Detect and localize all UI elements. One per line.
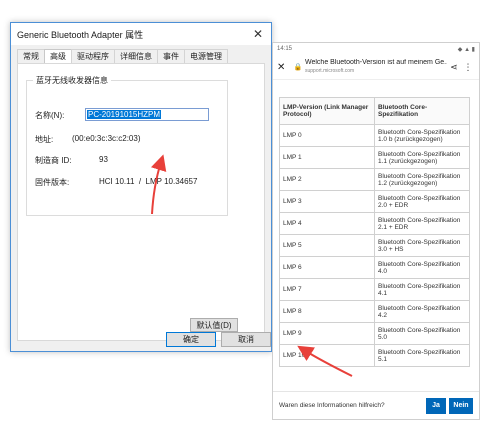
table-row: LMP 3 Bluetooth Core-Spezifikation 2.0 + … <box>279 190 470 213</box>
yes-button[interactable]: Ja <box>426 397 446 414</box>
table-header-row: LMP-Version (Link Manager Protocol) Blue… <box>279 97 470 125</box>
radio-info-group: 蓝牙无线收发器信息 名称(N): PC-20191015HZPM 地址: (00… <box>26 75 228 216</box>
table-row: LMP 8 Bluetooth Core-Spezifikation 4.2 <box>279 300 470 323</box>
table-cell: LMP 5 <box>279 234 375 257</box>
more-menu-icon[interactable]: ⋮ <box>461 62 475 73</box>
advanced-tab-panel: 蓝牙无线收发器信息 名称(N): PC-20191015HZPM 地址: (00… <box>17 63 265 341</box>
lmp-version-table: LMP-Version (Link Manager Protocol) Blue… <box>279 97 470 367</box>
table-cell: Bluetooth Core-Spezifikation 1.2 (zurück… <box>374 168 470 191</box>
tab-events[interactable]: 事件 <box>157 49 185 63</box>
tab-general[interactable]: 常规 <box>17 49 45 63</box>
address-label: 地址: <box>35 135 54 144</box>
feedback-bar: Waren diese Informationen hilfreich? Ja … <box>273 391 479 419</box>
ok-button[interactable]: 确定 <box>166 332 216 347</box>
tab-details[interactable]: 详细信息 <box>114 49 158 63</box>
table-cell: Bluetooth Core-Spezifikation 4.0 <box>374 256 470 279</box>
dialog-title: Generic Bluetooth Adapter 属性 <box>17 29 144 40</box>
firmware-value: HCI 10.11 / LMP 10.34657 <box>99 177 198 186</box>
table-row: LMP 5 Bluetooth Core-Spezifikation 3.0 + … <box>279 234 470 257</box>
tab-bar: 常规 高级 驱动程序 详细信息 事件 电源管理 <box>17 49 228 64</box>
no-button[interactable]: Nein <box>449 397 473 414</box>
table-row: LMP 1 Bluetooth Core-Spezifikation 1.1 (z… <box>279 146 470 169</box>
tab-advanced[interactable]: 高级 <box>44 49 72 64</box>
name-input-value: PC-20191015HZPM <box>87 110 162 119</box>
table-row: LMP 0 Bluetooth Core-Spezifikation 1.0 b … <box>279 124 470 147</box>
lock-icon: 🔒 <box>293 64 303 71</box>
tab-power-management[interactable]: 电源管理 <box>184 49 228 63</box>
table-row: LMP 7 Bluetooth Core-Spezifikation 4.1 <box>279 278 470 301</box>
bluetooth-properties-dialog: Generic Bluetooth Adapter 属性 ✕ 常规 高级 驱动程… <box>10 22 272 352</box>
feedback-question: Waren diese Informationen hilfreich? <box>279 402 385 409</box>
status-bar: 14:15 ◆ ▲ ▮ <box>273 43 479 55</box>
table-cell: Bluetooth Core-Spezifikation 2.0 + EDR <box>374 190 470 213</box>
table-row: LMP 10 Bluetooth Core-Spezifikation 5.1 <box>279 344 470 367</box>
cancel-button[interactable]: 取消 <box>221 332 271 347</box>
table-cell: LMP 1 <box>279 146 375 169</box>
browser-url: support.microsoft.com <box>305 68 355 74</box>
address-text[interactable]: Welche Bluetooth-Version ist auf meinem … <box>305 59 447 75</box>
default-button[interactable]: 默认值(D) <box>190 318 238 332</box>
name-label: 名称(N): <box>35 111 65 120</box>
firmware-label: 固件版本: <box>35 178 70 187</box>
tab-driver[interactable]: 驱动程序 <box>71 49 115 63</box>
table-row: LMP 6 Bluetooth Core-Spezifikation 4.0 <box>279 256 470 279</box>
table-cell: LMP 10 <box>279 344 375 367</box>
table-cell: LMP 0 <box>279 124 375 147</box>
browser-address-bar: ✕ 🔒 Welche Bluetooth-Version ist auf mei… <box>273 55 479 80</box>
manufacturer-value: 93 <box>99 155 108 164</box>
status-icons: ◆ ▲ ▮ <box>457 46 475 53</box>
table-cell: Bluetooth Core-Spezifikation 4.2 <box>374 300 470 323</box>
table-cell: Bluetooth Core-Spezifikation 5.1 <box>374 344 470 367</box>
table-cell: LMP 4 <box>279 212 375 235</box>
table-row: LMP 4 Bluetooth Core-Spezifikation 2.1 + … <box>279 212 470 235</box>
table-cell: LMP 6 <box>279 256 375 279</box>
phone-screenshot: 14:15 ◆ ▲ ▮ ✕ 🔒 Welche Bluetooth-Version… <box>272 42 480 420</box>
dialog-titlebar: Generic Bluetooth Adapter 属性 ✕ <box>11 23 271 45</box>
browser-page-title: Welche Bluetooth-Version ist auf meinem … <box>305 59 447 66</box>
table-cell: LMP 2 <box>279 168 375 191</box>
table-cell: Bluetooth Core-Spezifikation 4.1 <box>374 278 470 301</box>
table-cell: LMP 3 <box>279 190 375 213</box>
table-cell: LMP 8 <box>279 300 375 323</box>
table-header: LMP-Version (Link Manager Protocol) <box>279 97 375 125</box>
manufacturer-label: 制造商 ID: <box>35 156 72 165</box>
table-row: LMP 9 Bluetooth Core-Spezifikation 5.0 <box>279 322 470 345</box>
address-value: (00:e0:3c:3c:c2:03) <box>72 134 141 143</box>
name-input[interactable]: PC-20191015HZPM <box>85 108 209 121</box>
table-cell: Bluetooth Core-Spezifikation 5.0 <box>374 322 470 345</box>
close-icon[interactable]: ✕ <box>277 62 291 73</box>
table-row: LMP 2 Bluetooth Core-Spezifikation 1.2 (z… <box>279 168 470 191</box>
table-header: Bluetooth Core-Spezifikation <box>374 97 470 125</box>
status-time: 14:15 <box>277 46 293 52</box>
close-icon[interactable]: ✕ <box>245 23 271 45</box>
table-cell: Bluetooth Core-Spezifikation 3.0 + HS <box>374 234 470 257</box>
table-cell: Bluetooth Core-Spezifikation 1.0 b (zurü… <box>374 124 470 147</box>
table-cell: Bluetooth Core-Spezifikation 1.1 (zurück… <box>374 146 470 169</box>
share-icon[interactable]: ⋖ <box>447 62 461 73</box>
table-cell: Bluetooth Core-Spezifikation 2.1 + EDR <box>374 212 470 235</box>
group-title: 蓝牙无线收发器信息 <box>33 75 111 86</box>
table-cell: LMP 7 <box>279 278 375 301</box>
table-cell: LMP 9 <box>279 322 375 345</box>
